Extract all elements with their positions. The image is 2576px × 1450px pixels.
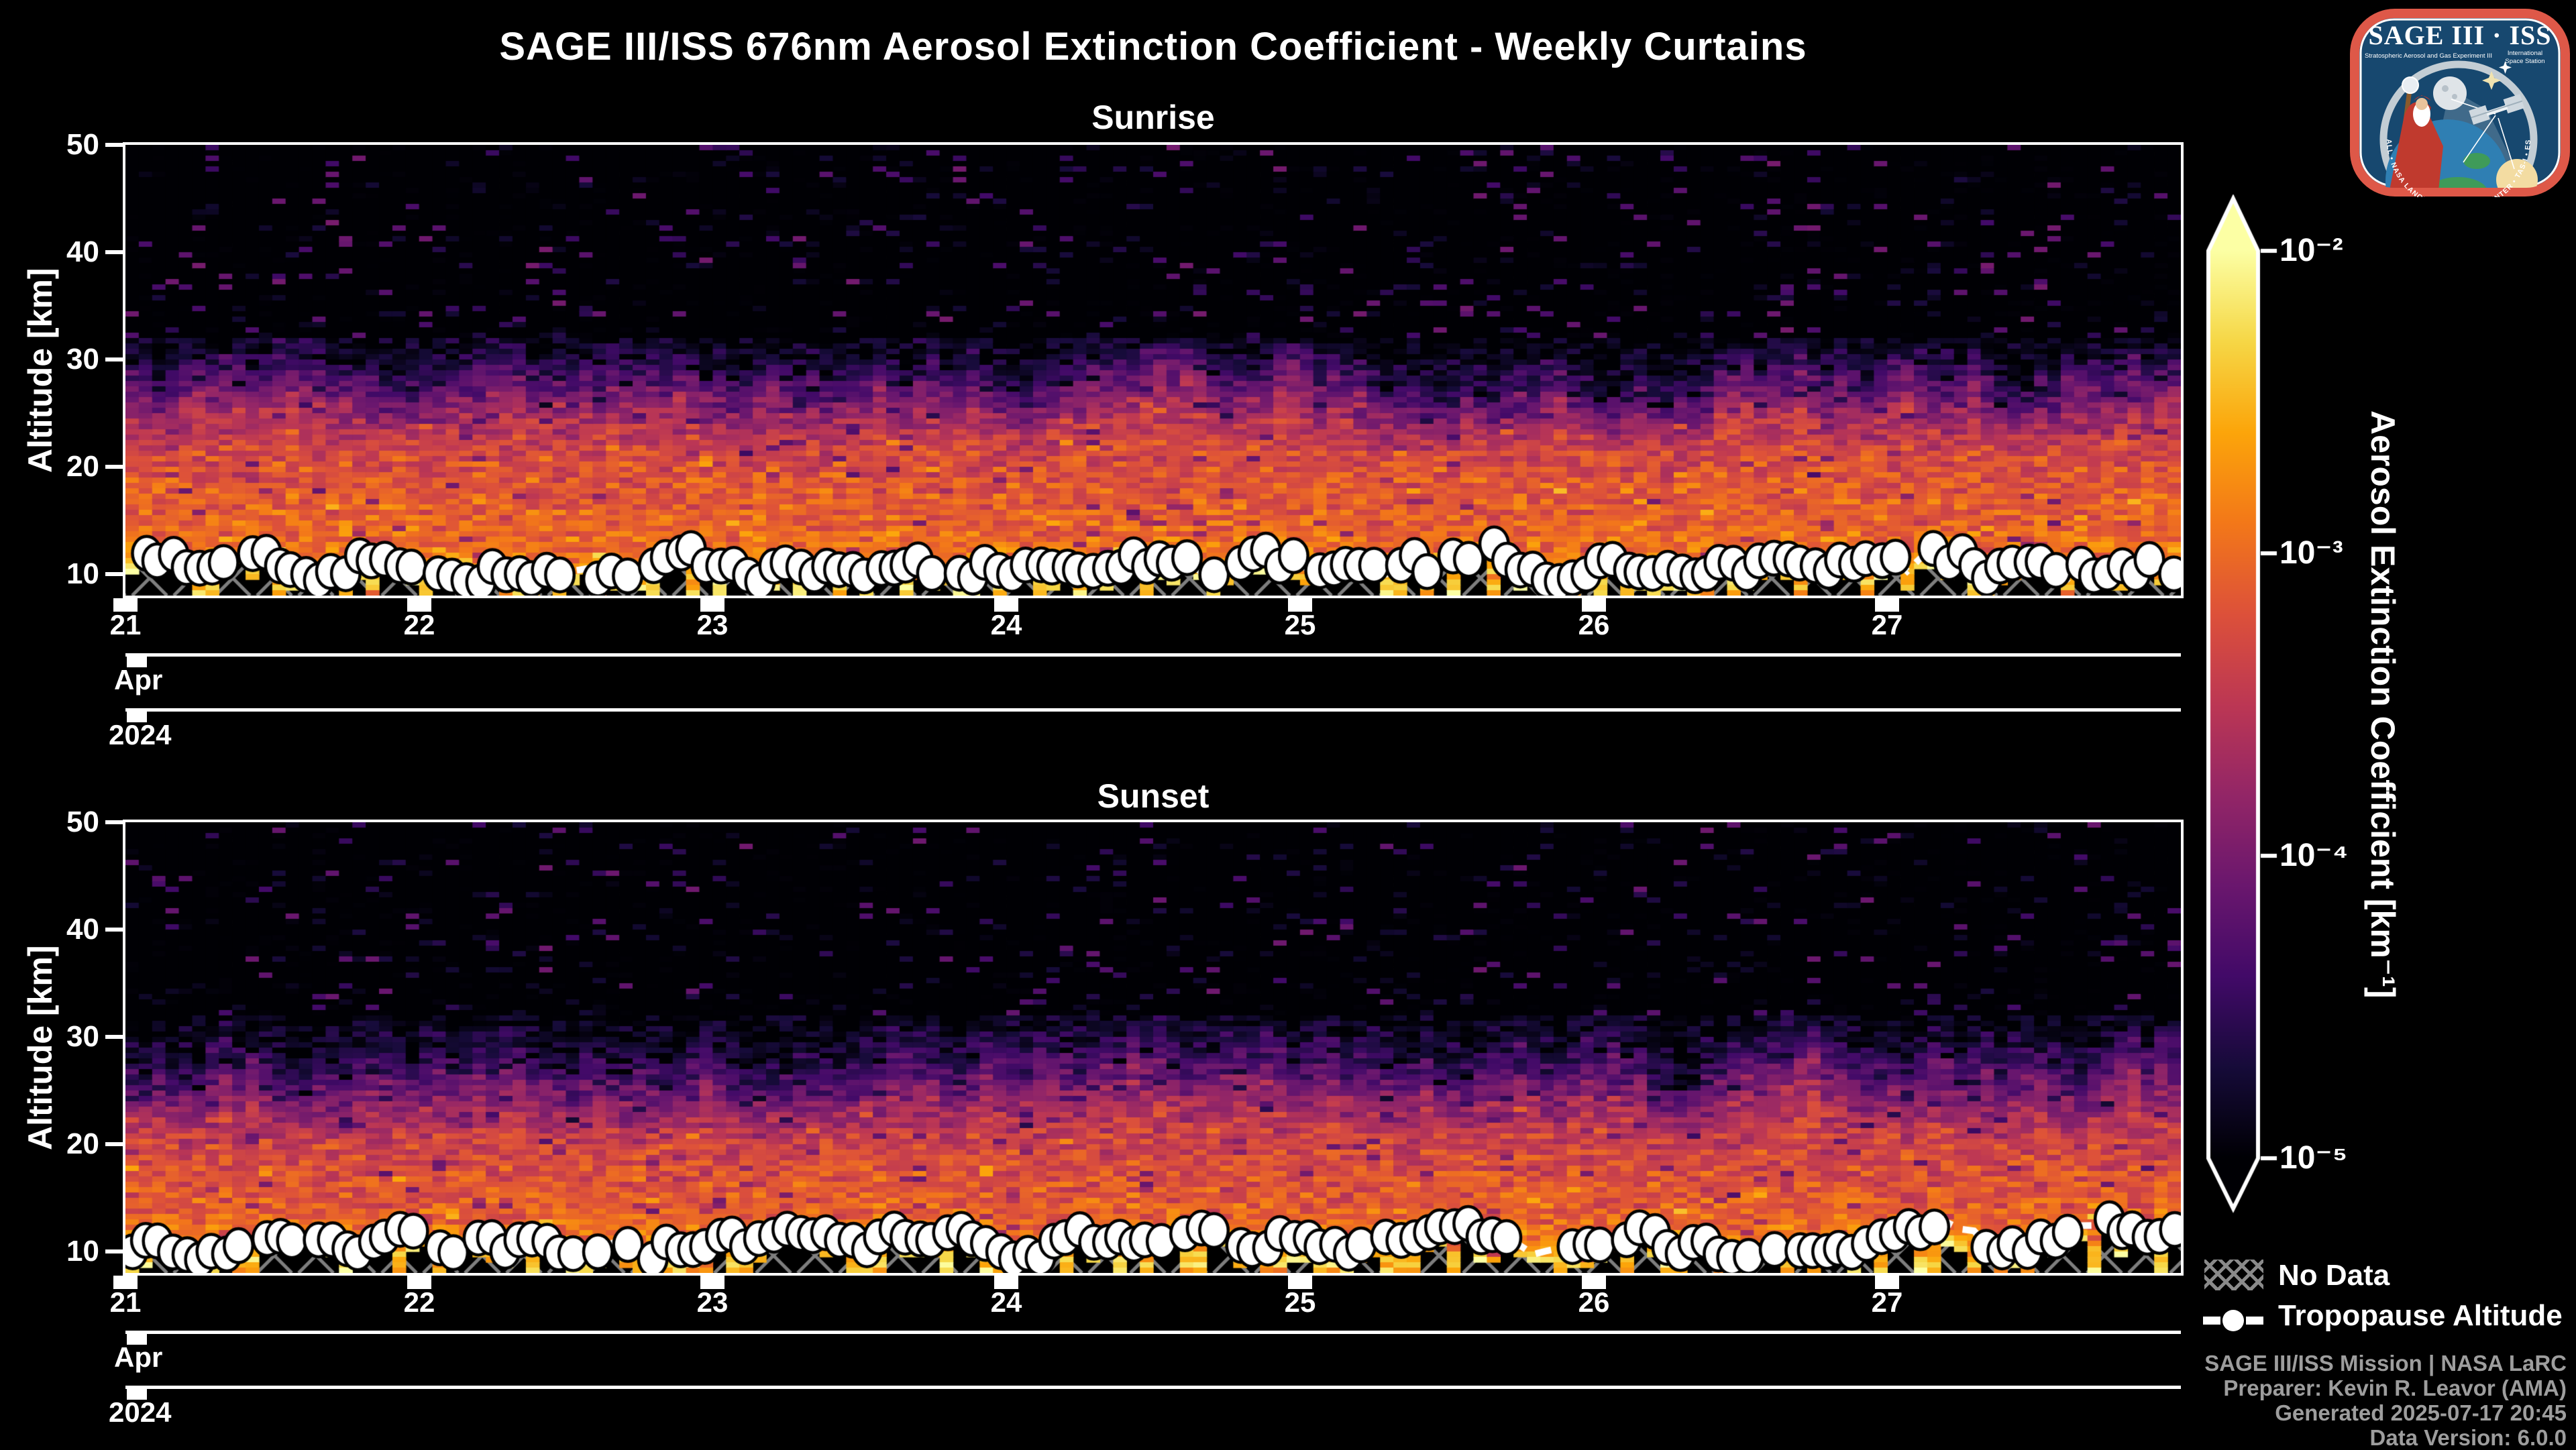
y-tick (105, 357, 124, 361)
x-tick-label: 23 (665, 1286, 759, 1319)
attribution-line: SAGE III/ISS Mission | NASA LaRC (2204, 1351, 2567, 1376)
y-tick (105, 928, 124, 932)
y-tick (105, 465, 124, 469)
x-tick-label: 27 (1840, 609, 1934, 641)
colorbar-axis-label: Aerosol Extinction Coefficient [km⁻¹] (2356, 199, 2410, 1210)
page-title: SAGE III/ISS 676nm Aerosol Extinction Co… (123, 24, 2184, 69)
logo-title: SAGE III · ISS (2368, 20, 2551, 50)
x-tick-label: 22 (372, 609, 466, 641)
x-tick-label: 22 (372, 1286, 466, 1319)
x-tick-label: 24 (959, 1286, 1053, 1319)
y-tick-label: 20 (13, 1127, 99, 1162)
no-data-legend-label: No Data (2278, 1258, 2390, 1293)
x-tick-label: 25 (1253, 1286, 1347, 1319)
x-tick-label: 21 (78, 609, 172, 641)
attribution-line: Data Version: 6.0.0 (2204, 1425, 2567, 1450)
panel-title-sunrise: Sunrise (123, 98, 2184, 137)
sunrise-curtain-heatmap (125, 145, 2181, 596)
attribution-block: SAGE III/ISS Mission | NASA LaRC Prepare… (2204, 1351, 2567, 1450)
x-tick-label: 25 (1253, 609, 1347, 641)
y-tick-label: 10 (13, 1234, 99, 1269)
moon-icon (2433, 76, 2467, 110)
y-tick-label: 40 (13, 235, 99, 270)
x-tick-label: 27 (1840, 1286, 1934, 1319)
y-tick-label: 40 (13, 912, 99, 947)
month-label: Apr (114, 664, 162, 696)
month-axis-line (125, 653, 2181, 657)
tropopause-legend-marker (2203, 1309, 2267, 1332)
y-tick-label: 50 (13, 805, 99, 840)
y-tick (105, 143, 124, 147)
attribution-line: Preparer: Kevin R. Leavor (AMA) (2204, 1376, 2567, 1400)
y-tick-label: 20 (13, 449, 99, 484)
attribution-line: Generated 2025-07-17 20:45 (2204, 1400, 2567, 1425)
x-tick-label: 24 (959, 609, 1053, 641)
year-label: 2024 (109, 719, 171, 751)
legend-dash (2203, 1317, 2220, 1325)
colorbar (2202, 194, 2282, 1222)
panel-title-sunset: Sunset (123, 777, 2184, 816)
mission-logo: SAGE III · ISS Stratospheric Aerosol and… (2349, 8, 2571, 197)
y-tick (105, 1035, 124, 1039)
earth-land (2463, 153, 2490, 169)
moon-crater (2442, 85, 2449, 92)
x-tick-label: 26 (1547, 609, 1641, 641)
figure-root: SAGE III/ISS 676nm Aerosol Extinction Co… (0, 0, 2576, 1449)
y-tick (105, 572, 124, 576)
x-tick-label: 21 (78, 1286, 172, 1319)
no-data-legend-swatch (2204, 1260, 2263, 1290)
legend-dot-icon (2222, 1310, 2244, 1331)
sunset-curtain-heatmap (125, 822, 2181, 1273)
year-label: 2024 (109, 1396, 171, 1429)
y-tick (105, 250, 124, 254)
year-axis-line (125, 708, 2181, 712)
logo-subtitle-right: International (2508, 50, 2542, 57)
legend-dash (2246, 1317, 2263, 1325)
y-tick (105, 820, 124, 824)
logo-subtitle-right: Space Station (2505, 58, 2544, 65)
y-tick-label: 30 (13, 1019, 99, 1054)
moon-crater (2452, 94, 2457, 99)
year-axis-line (125, 1386, 2181, 1389)
tropopause-legend-label: Tropopause Altitude (2278, 1298, 2563, 1333)
y-tick-label: 10 (13, 557, 99, 592)
month-axis-line (125, 1331, 2181, 1334)
y-tick-label: 30 (13, 342, 99, 377)
x-tick-label: 23 (665, 609, 759, 641)
logo-subtitle-left: Stratospheric Aerosol and Gas Experiment… (2365, 52, 2492, 60)
y-tick (105, 1249, 124, 1253)
month-label: Apr (114, 1341, 162, 1374)
y-tick-label: 50 (13, 127, 99, 162)
y-tick (105, 1142, 124, 1146)
x-tick-label: 26 (1547, 1286, 1641, 1319)
